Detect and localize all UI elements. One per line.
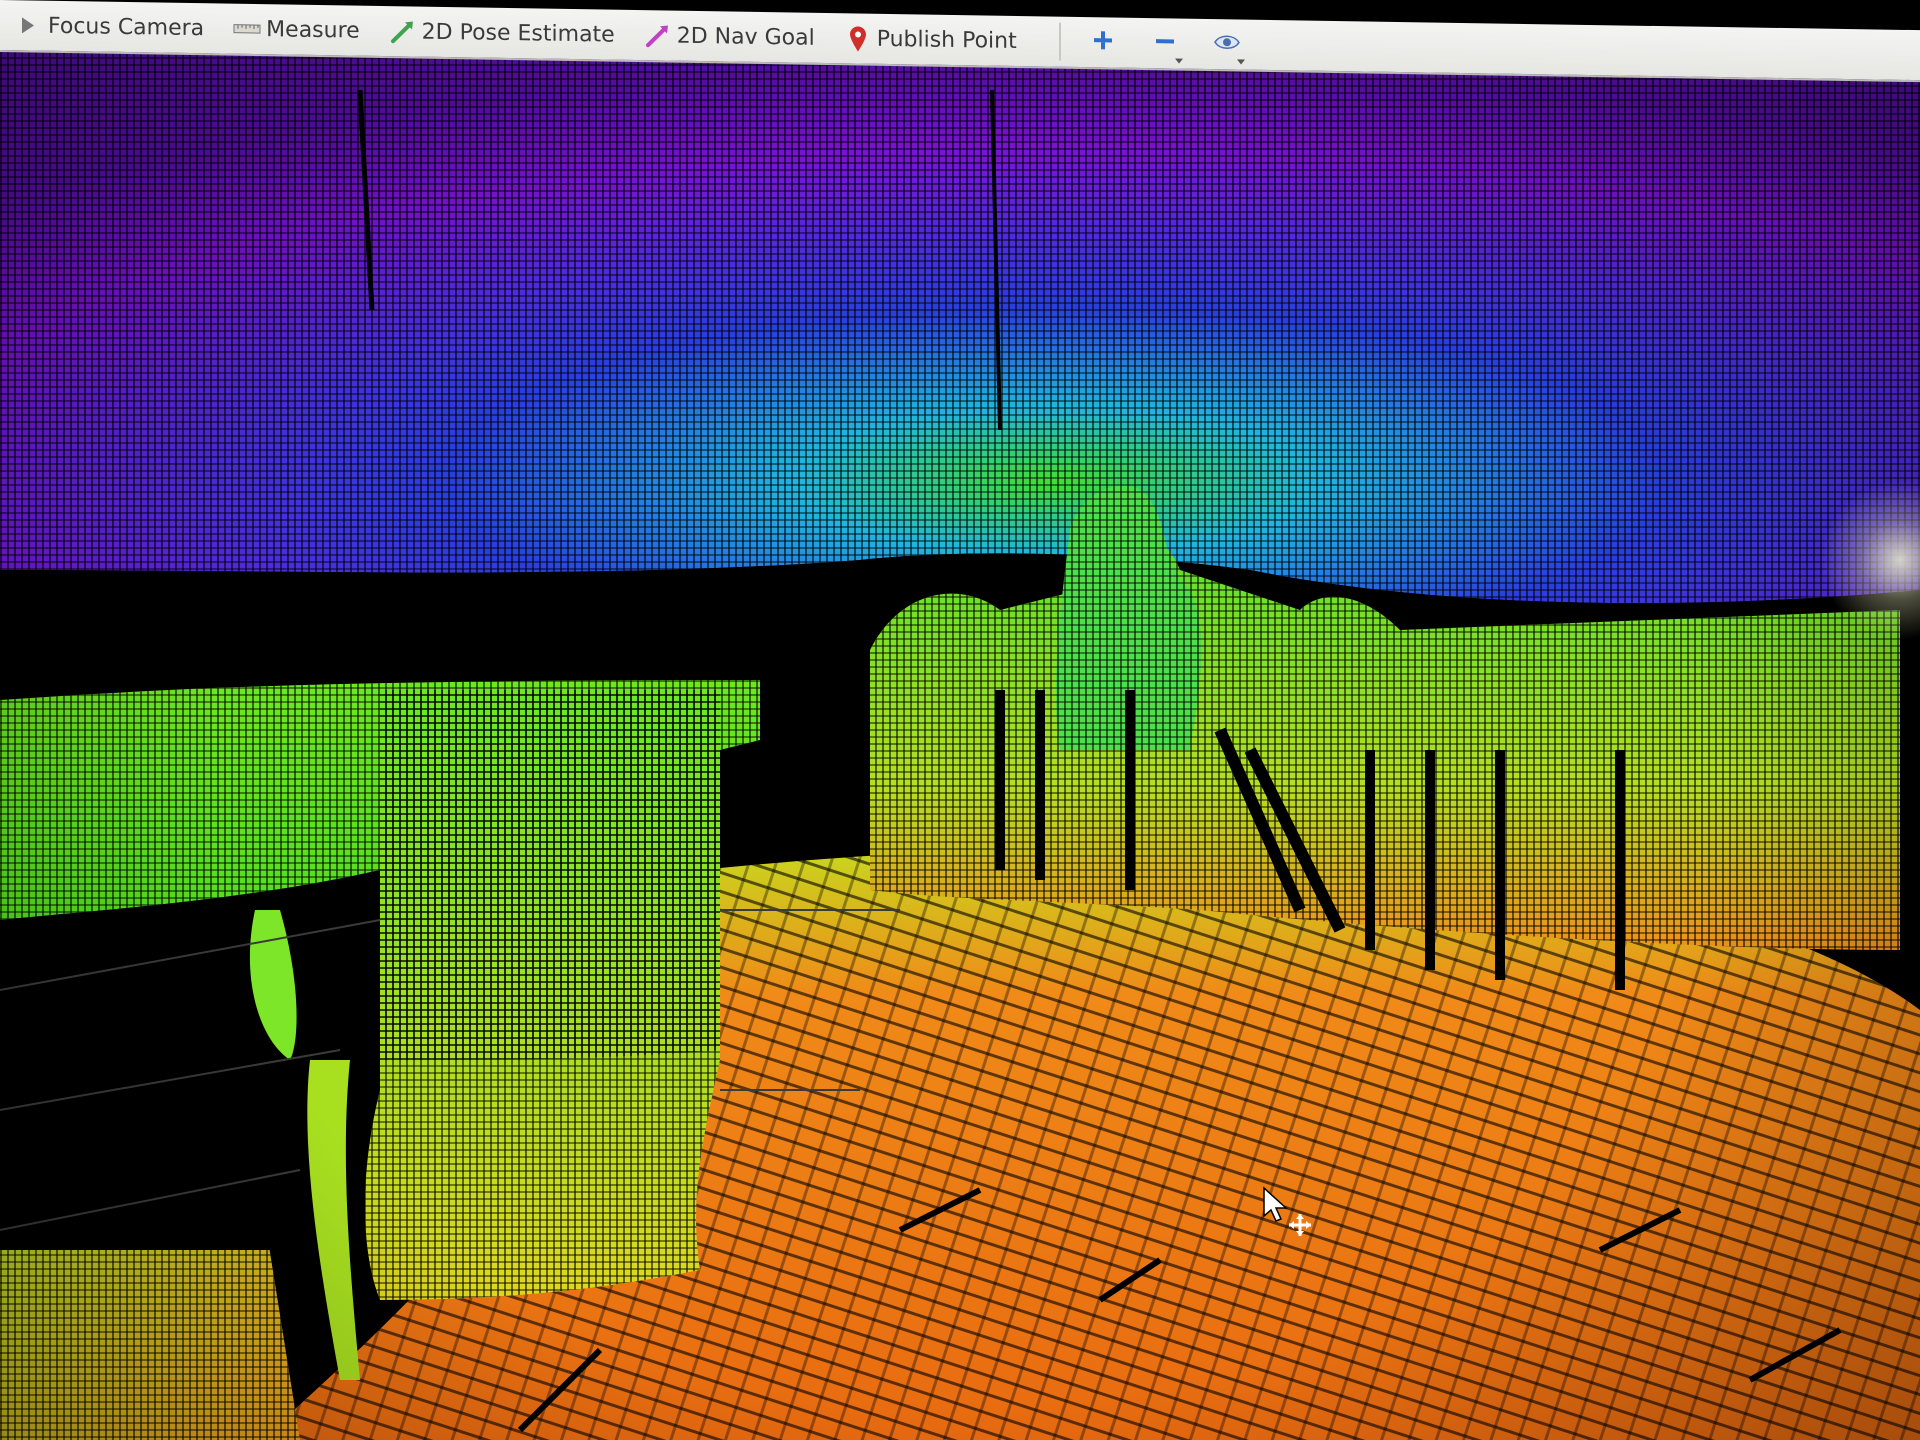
add-tool-button[interactable] — [1083, 20, 1123, 65]
publish-point-label: Publish Point — [876, 26, 1017, 54]
toolbar-separator — [1058, 22, 1061, 61]
ruler-icon — [232, 14, 262, 44]
nav-arrow-icon — [643, 20, 673, 50]
chevron-down-icon — [1174, 58, 1183, 64]
remove-tool-button[interactable] — [1145, 21, 1185, 66]
map-pin-icon — [843, 23, 873, 53]
plus-icon — [1091, 28, 1115, 56]
minus-icon — [1153, 29, 1177, 57]
nav-goal-tool[interactable]: 2D Nav Goal — [635, 9, 835, 64]
pose-estimate-tool[interactable]: 2D Pose Estimate — [380, 5, 635, 61]
focus-camera-label: Focus Camera — [48, 13, 205, 41]
move-camera-cursor — [1262, 1186, 1322, 1242]
publish-point-tool[interactable]: Publish Point — [835, 12, 1037, 67]
pose-arrow-icon — [388, 16, 418, 46]
pose-estimate-label: 2D Pose Estimate — [421, 19, 615, 48]
view-options-button[interactable] — [1207, 22, 1247, 67]
3d-render-viewport[interactable] — [0, 50, 1920, 1440]
measure-tool[interactable]: Measure — [224, 3, 380, 57]
eye-icon — [1213, 32, 1241, 56]
point-cloud-render — [0, 50, 1920, 1440]
nav-goal-label: 2D Nav Goal — [676, 23, 815, 51]
measure-label: Measure — [266, 16, 360, 44]
focus-camera-tool[interactable]: Focus Camera — [6, 0, 224, 55]
chevron-down-icon — [1236, 59, 1245, 65]
focus-camera-icon — [14, 10, 44, 40]
rviz-window: Focus Camera Measure 2D Pose Estimate 2D… — [0, 0, 1920, 1440]
